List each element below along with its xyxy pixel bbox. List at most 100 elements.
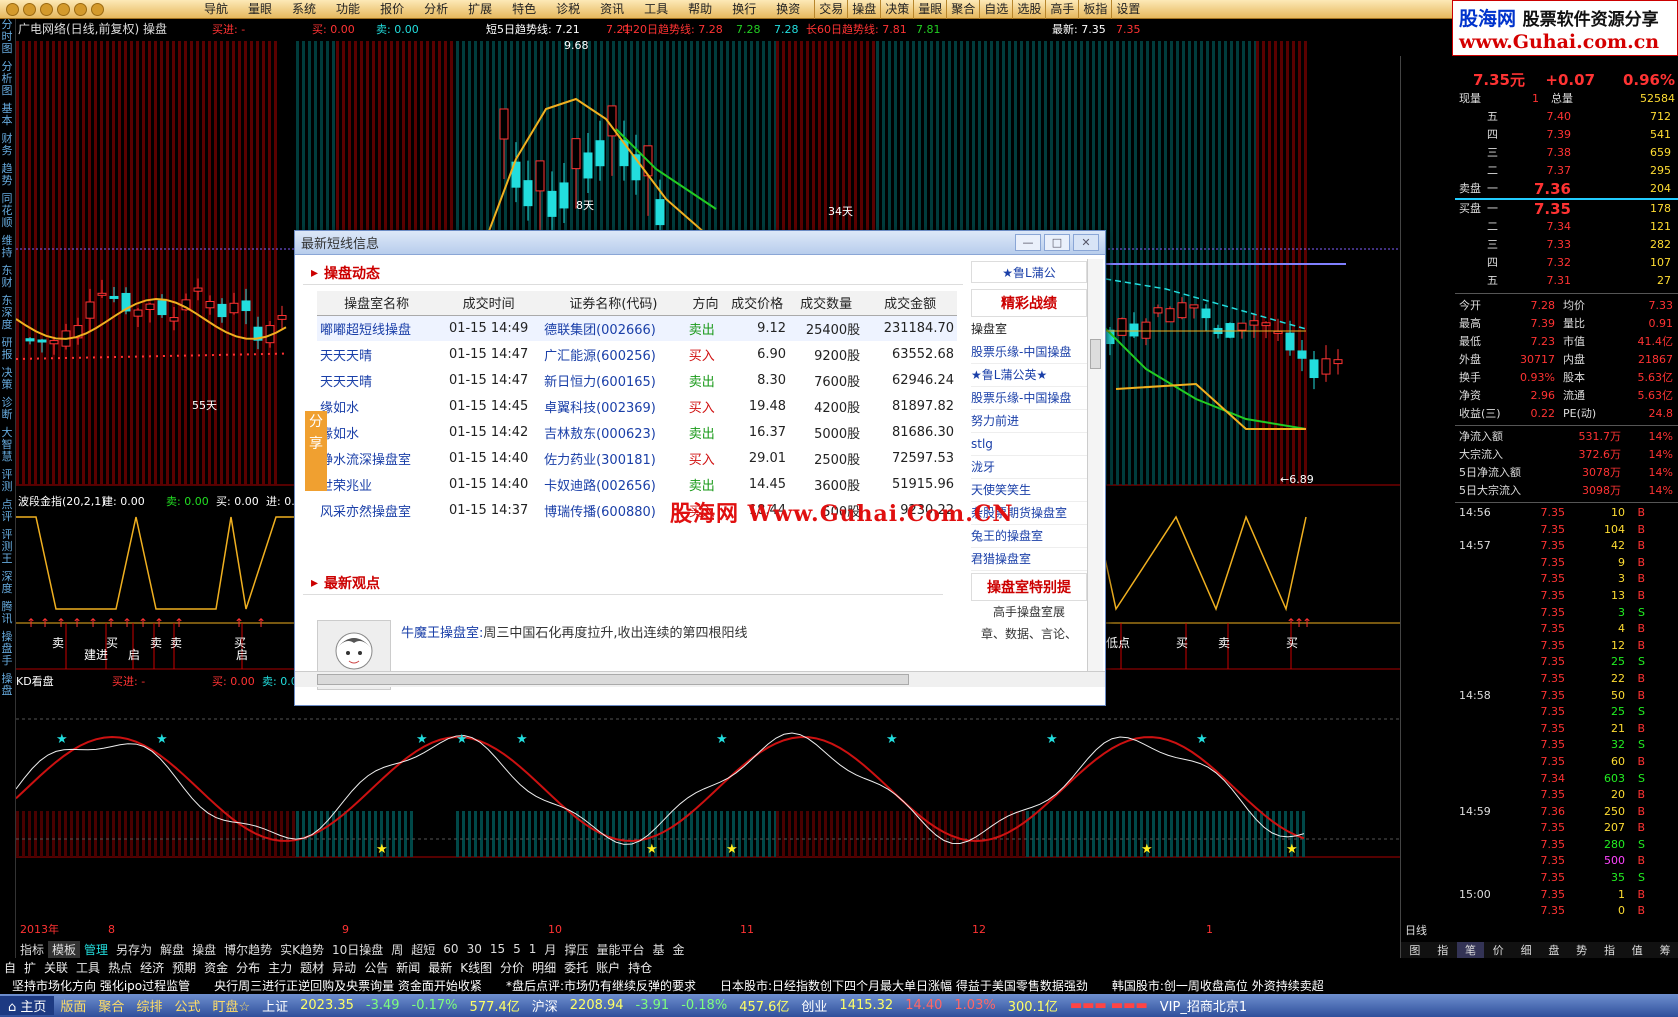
- table-cell[interactable]: 新日恒力(600165): [541, 367, 686, 393]
- status-item[interactable]: 盯盘☆: [206, 996, 256, 1015]
- function-tab[interactable]: 资金: [200, 959, 232, 976]
- left-tab[interactable]: 决策: [0, 367, 14, 391]
- side-list-item[interactable]: ★鲁L蒲公英★: [971, 364, 1087, 387]
- down-icon[interactable]: [91, 2, 104, 16]
- left-tab[interactable]: 操盘手: [0, 631, 14, 667]
- table-cell[interactable]: 佐力药业(300181): [541, 445, 686, 471]
- left-tab[interactable]: 操盘: [0, 673, 14, 697]
- indicator-tab[interactable]: 指标: [16, 941, 48, 958]
- indicator-tab[interactable]: 解盘: [156, 941, 188, 958]
- menu-item[interactable]: 帮助: [678, 0, 722, 19]
- menu-item[interactable]: 特色: [502, 0, 546, 19]
- function-tab[interactable]: 新闻: [392, 959, 424, 976]
- left-tab[interactable]: 腾讯: [0, 601, 14, 625]
- dialog-titlebar[interactable]: 最新短线信息 — □ ✕: [295, 231, 1105, 255]
- menu-item[interactable]: 导航: [194, 0, 238, 19]
- side-list-item[interactable]: 股票乐缘-中国操盘: [971, 387, 1087, 410]
- indicator-tab[interactable]: 月: [540, 941, 560, 958]
- table-row[interactable]: 缘如水 01-15 14:42 吉林敖东(000623) 卖出 16.37 5000股 81…: [317, 419, 957, 445]
- left-tab[interactable]: 维持: [0, 235, 14, 259]
- table-row[interactable]: 天天天晴 01-15 14:47 广汇能源(600256) 买入 6.90 9200股 63…: [317, 341, 957, 367]
- left-tab[interactable]: 东财: [0, 265, 14, 289]
- menu-item[interactable]: 换资: [766, 0, 810, 19]
- left-tab[interactable]: 东深度: [0, 295, 14, 331]
- quick-menu-item[interactable]: 板指: [1078, 0, 1111, 19]
- function-tab[interactable]: 账户: [592, 959, 624, 976]
- menu-item[interactable]: 量眼: [238, 0, 282, 19]
- side-list-item[interactable]: 努力前进: [971, 410, 1087, 433]
- back-icon[interactable]: [6, 2, 19, 16]
- side-list-item[interactable]: 泷牙: [971, 456, 1087, 479]
- table-row[interactable]: 静水流深操盘室 01-15 14:40 佐力药业(300181) 买入 29.01 250…: [317, 445, 957, 471]
- table-header[interactable]: 成交价格: [725, 291, 790, 316]
- vip-account[interactable]: VIP_招商北京1: [1154, 996, 1253, 1015]
- indicator-tab[interactable]: 1: [525, 942, 541, 956]
- indicator-tab[interactable]: 金: [668, 941, 688, 958]
- function-tab[interactable]: 异动: [328, 959, 360, 976]
- function-tab[interactable]: 持仓: [624, 959, 656, 976]
- indicator-tab[interactable]: 博尔趋势: [220, 941, 276, 958]
- quick-menu-item[interactable]: 设置: [1111, 0, 1144, 19]
- menu-item[interactable]: 分析: [414, 0, 458, 19]
- menu-item[interactable]: 扩展: [458, 0, 502, 19]
- function-tab[interactable]: 分价: [496, 959, 528, 976]
- menu-item[interactable]: 换行: [722, 0, 766, 19]
- function-tab[interactable]: 预期: [168, 959, 200, 976]
- menu-item[interactable]: 工具: [634, 0, 678, 19]
- status-item[interactable]: 聚合: [92, 996, 130, 1015]
- side-list-item[interactable]: 股票乐缘-中国操盘: [971, 341, 1087, 364]
- left-tab[interactable]: 诊断: [0, 397, 14, 421]
- function-tab[interactable]: 题材: [296, 959, 328, 976]
- indicator-tab[interactable]: 超短: [407, 941, 439, 958]
- minimize-icon[interactable]: —: [1015, 234, 1041, 251]
- left-tab[interactable]: 研报: [0, 337, 14, 361]
- quick-menu-item[interactable]: 高手: [1045, 0, 1078, 19]
- table-row[interactable]: 嘟嘟超短线操盘 01-15 14:49 德联集团(002666) 卖出 9.12 2540…: [317, 315, 957, 341]
- ticker-item[interactable]: *盘后点评:市场仍有继续反弹的要求: [494, 977, 708, 994]
- table-header[interactable]: 成交时间: [436, 291, 542, 316]
- table-row[interactable]: 缘如水 01-15 14:45 卓翼科技(002369) 买入 19.48 4200股 81…: [317, 393, 957, 419]
- table-cell[interactable]: 卓翼科技(002369): [541, 393, 686, 419]
- quick-menu-item[interactable]: 量眼: [913, 0, 946, 19]
- function-tab[interactable]: 公告: [360, 959, 392, 976]
- menu-item[interactable]: 资讯: [590, 0, 634, 19]
- function-tab[interactable]: 委托: [560, 959, 592, 976]
- table-cell[interactable]: 世荣兆业: [317, 471, 436, 497]
- left-tab[interactable]: 基本: [0, 103, 14, 127]
- share-button[interactable]: 分享: [305, 411, 327, 491]
- status-item[interactable]: 版面: [54, 996, 92, 1015]
- dialog-horizontal-scrollbar[interactable]: [295, 671, 1105, 687]
- menu-item[interactable]: 系统: [282, 0, 326, 19]
- function-tab[interactable]: 最新: [424, 959, 456, 976]
- left-tab[interactable]: 大智慧: [0, 427, 14, 463]
- side-list-item[interactable]: 君猎操盘室: [971, 548, 1087, 571]
- table-cell[interactable]: 广汇能源(600256): [541, 341, 686, 367]
- dialog-vertical-scrollbar[interactable]: [1087, 259, 1103, 671]
- function-tab[interactable]: 关联: [40, 959, 72, 976]
- quick-menu-item[interactable]: 决策: [880, 0, 913, 19]
- side-list-item[interactable]: stlg: [971, 433, 1087, 456]
- left-tab[interactable]: 分时图: [0, 19, 14, 55]
- refresh-icon[interactable]: [57, 2, 70, 16]
- table-header[interactable]: 证券名称(代码): [541, 291, 686, 316]
- indicator-tab[interactable]: 基: [648, 941, 668, 958]
- side-top[interactable]: ★鲁L蒲公: [971, 261, 1087, 283]
- left-tab[interactable]: 财务: [0, 133, 14, 157]
- left-tab[interactable]: 趋势: [0, 163, 14, 187]
- table-cell[interactable]: 嘟嘟超短线操盘: [317, 315, 437, 341]
- function-tab[interactable]: K线图: [456, 959, 496, 976]
- left-tab[interactable]: 评测: [0, 469, 14, 493]
- table-cell[interactable]: 风采亦然操盘室: [317, 497, 436, 523]
- quick-menu-item[interactable]: 交易: [814, 0, 847, 19]
- table-cell[interactable]: 缘如水: [317, 419, 436, 445]
- indicator-tab[interactable]: 撑压: [560, 941, 592, 958]
- indicator-tab[interactable]: 模板: [48, 940, 81, 958]
- indicator-tab[interactable]: 60: [439, 942, 462, 956]
- quick-menu-item[interactable]: 自选: [979, 0, 1012, 19]
- quick-menu-item[interactable]: 选股: [1012, 0, 1045, 19]
- home-button[interactable]: ⌂ 主页: [0, 996, 55, 1015]
- table-row[interactable]: 世荣兆业 01-15 14:40 卡奴迪路(002656) 卖出 14.45 3600股 5…: [317, 471, 957, 497]
- indicator-tab[interactable]: 操盘: [188, 941, 220, 958]
- left-tab[interactable]: 深度: [0, 571, 14, 595]
- indicator-tab[interactable]: 管理: [80, 941, 112, 958]
